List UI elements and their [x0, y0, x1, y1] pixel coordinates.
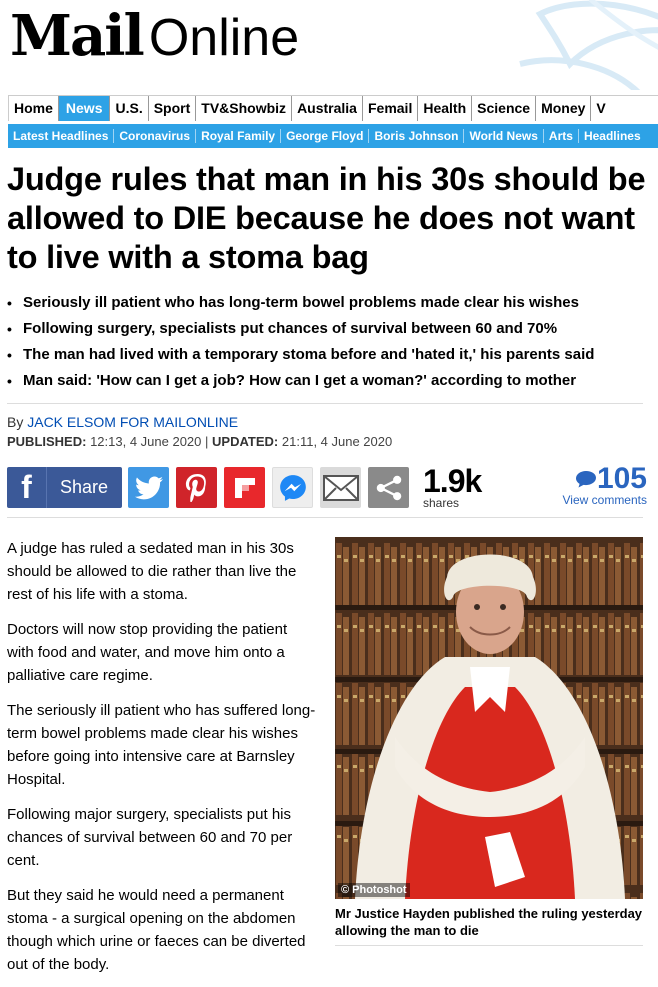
nav-item-tv-showbiz[interactable]: TV&Showbiz — [196, 96, 293, 121]
logo-mail: Mail — [10, 3, 145, 69]
subnav-item-royal-family[interactable]: Royal Family — [196, 129, 282, 143]
share-count: 1.9k shares — [423, 463, 482, 510]
caption-divider — [335, 945, 643, 946]
author-link[interactable]: JACK ELSOM FOR MAILONLINE — [27, 414, 238, 430]
nav-item-health[interactable]: Health — [418, 96, 473, 121]
nav-item-australia[interactable]: Australia — [292, 96, 363, 121]
messenger-icon — [279, 474, 306, 501]
published-label: PUBLISHED: — [7, 434, 87, 449]
secondary-nav: Latest Headlines Coronavirus Royal Family G… — [8, 124, 658, 148]
nav-item-v[interactable]: V — [591, 96, 610, 121]
article-body: A judge has ruled a sedated man in his 3… — [7, 537, 317, 987]
comments-label: View comments — [562, 493, 647, 507]
updated-date: 21:11, 4 June 2020 — [281, 434, 393, 449]
published-date: 12:13, 4 June 2020 — [90, 434, 202, 449]
email-share-button[interactable] — [320, 467, 361, 508]
share-bar: f Share 1.9k shares 105 View comments — [7, 462, 647, 510]
subnav-item-coronavirus[interactable]: Coronavirus — [114, 129, 197, 143]
summary-bullet: Seriously ill patient who has long-term … — [7, 290, 647, 316]
article-paragraph: Following major surgery, specialists put… — [7, 806, 293, 869]
share-more-icon — [376, 475, 401, 500]
subnav-item-george-floyd[interactable]: George Floyd — [281, 129, 370, 143]
article-image[interactable]: © Photoshot — [335, 537, 643, 899]
subnav-item-latest-headlines[interactable]: Latest Headlines — [8, 129, 115, 143]
subnav-item-headlines[interactable]: Headlines — [579, 129, 646, 143]
article-paragraph: Doctors will now stop providing the pati… — [7, 621, 288, 684]
primary-nav: Home News U.S. Sport TV&Showbiz Australia Fema… — [8, 95, 658, 121]
facebook-share-label: Share — [60, 477, 109, 497]
byline: By JACK ELSOM FOR MAILONLINE — [7, 414, 238, 430]
divider — [7, 517, 643, 518]
comments-count: 105 — [596, 462, 647, 495]
site-logo[interactable]: Mail Online — [10, 6, 299, 68]
masthead: Mail Online — [0, 0, 658, 90]
updated-label: UPDATED: — [212, 434, 279, 449]
nav-item-u-s-[interactable]: U.S. — [110, 96, 149, 121]
facebook-share-button[interactable]: f Share — [7, 467, 122, 508]
image-credit: © Photoshot — [338, 883, 410, 897]
pinterest-share-button[interactable] — [176, 467, 217, 508]
facebook-icon: f — [7, 467, 47, 508]
article-paragraph: The seriously ill patient who has suffer… — [7, 702, 316, 788]
comments-link[interactable]: 105 View comments — [563, 462, 647, 507]
subnav-item-arts[interactable]: Arts — [544, 129, 579, 143]
flipboard-share-button[interactable] — [224, 467, 265, 508]
email-icon — [322, 474, 359, 501]
pinterest-icon — [185, 473, 206, 502]
article-paragraph: But they said he would need a permanent … — [7, 887, 306, 973]
summary-bullet: Following surgery, specialists put chanc… — [7, 316, 647, 342]
image-caption: Mr Justice Hayden published the ruling y… — [335, 906, 643, 938]
nav-item-money[interactable]: Money — [536, 96, 592, 121]
article-headline: Judge rules that man in his 30s should b… — [7, 161, 646, 275]
nav-item-femail[interactable]: Femail — [363, 96, 419, 121]
logo-online: Online — [148, 9, 300, 67]
comment-bubble-icon — [575, 471, 596, 488]
nav-item-sport[interactable]: Sport — [149, 96, 197, 121]
nav-item-home[interactable]: Home — [9, 96, 59, 121]
article-dates: PUBLISHED: 12:13, 4 June 2020 | UPDATED:… — [7, 434, 392, 449]
divider — [7, 403, 643, 404]
subnav-item-boris-johnson[interactable]: Boris Johnson — [369, 129, 465, 143]
twitter-icon — [134, 475, 163, 499]
summary-bullet: The man had lived with a temporary stoma… — [7, 342, 647, 368]
article-paragraph: A judge has ruled a sedated man in his 3… — [7, 540, 297, 603]
share-count-number: 1.9k — [423, 463, 482, 499]
nav-item-news[interactable]: News — [58, 96, 111, 121]
summary-bullet: Man said: 'How can I get a job? How can … — [7, 368, 647, 394]
date-separator: | — [205, 434, 209, 449]
twitter-share-button[interactable] — [128, 467, 169, 508]
judge-portrait-illustration — [335, 537, 643, 899]
nav-item-science[interactable]: Science — [472, 96, 537, 121]
subnav-item-world-news[interactable]: World News — [464, 129, 544, 143]
flipboard-icon — [234, 477, 255, 498]
comments-count-wrap: 105 — [563, 462, 647, 496]
messenger-share-button[interactable] — [272, 467, 313, 508]
article-summary-bullets: Seriously ill patient who has long-term … — [7, 290, 647, 394]
masthead-decoration — [519, 0, 658, 90]
byline-prefix: By — [7, 414, 24, 430]
share-more-button[interactable] — [368, 467, 409, 508]
